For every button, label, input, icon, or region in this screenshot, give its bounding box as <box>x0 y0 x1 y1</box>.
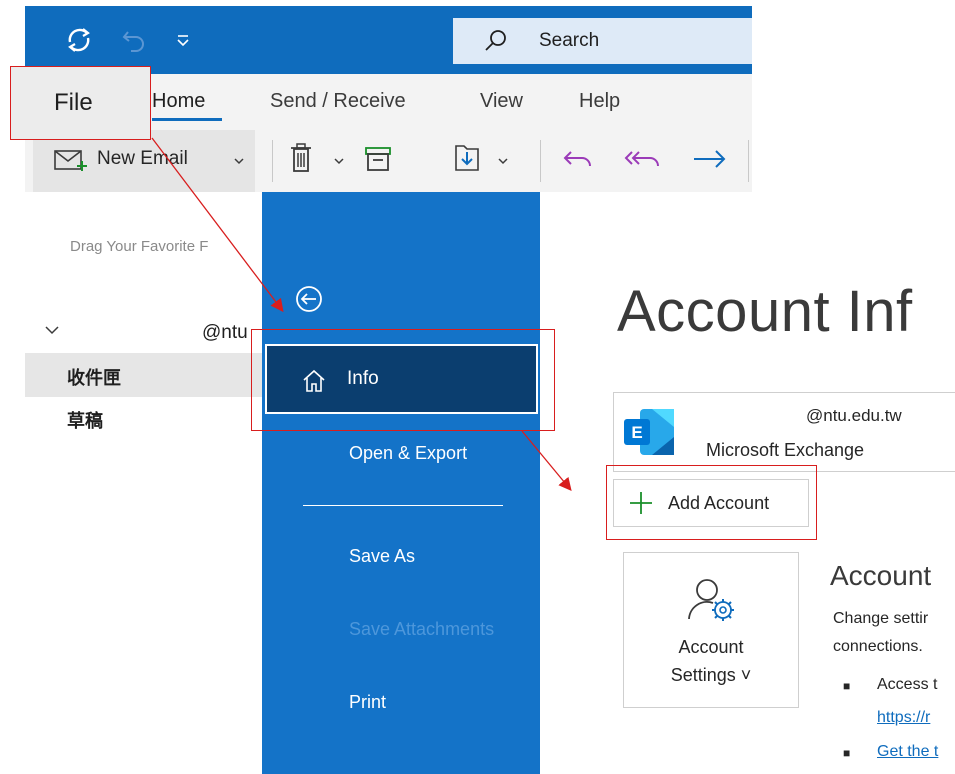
tab-home-underline <box>152 118 222 121</box>
chevron-down-icon[interactable] <box>333 156 345 166</box>
annotation-box-info <box>251 329 555 431</box>
page-title: Account Inf <box>617 279 913 344</box>
account-type: Microsoft Exchange <box>706 440 865 460</box>
bullet-marker: ■ <box>843 679 851 693</box>
tab-send-receive[interactable]: Send / Receive <box>270 90 406 113</box>
outlook-web-link[interactable]: https://r <box>877 709 930 727</box>
tab-home[interactable]: Home <box>152 90 205 113</box>
delete-icon[interactable] <box>288 142 314 176</box>
ribbon-divider <box>540 140 541 182</box>
account-settings-label-line2: Settings ˅ <box>670 665 752 685</box>
nav-item-save-attachments: Save Attachments <box>349 619 495 639</box>
search-box[interactable]: Search <box>453 18 752 64</box>
sync-icon[interactable] <box>63 24 95 56</box>
ribbon-divider <box>272 140 273 182</box>
tab-file[interactable]: File <box>10 66 151 140</box>
account-folder-header[interactable]: @ntu <box>202 322 248 344</box>
nav-item-open-export[interactable]: Open & Export <box>349 443 467 464</box>
section-description: connections. <box>833 638 923 655</box>
svg-text:E: E <box>631 423 642 442</box>
search-placeholder: Search <box>539 30 600 51</box>
tab-help[interactable]: Help <box>579 90 620 113</box>
account-settings-label-line1: Account <box>678 637 744 657</box>
bullet-marker: ■ <box>843 746 851 760</box>
new-email-label: New Email <box>97 148 188 169</box>
favorites-hint: Drag Your Favorite F <box>70 238 209 255</box>
backstage-nav <box>262 192 540 774</box>
forward-icon[interactable] <box>690 144 730 174</box>
customize-toolbar-icon[interactable] <box>175 32 191 48</box>
mobile-app-link[interactable]: Get the t <box>877 743 938 761</box>
bullet-text: Access t <box>877 676 938 693</box>
chevron-down-icon[interactable] <box>44 322 60 338</box>
annotation-box-add-account <box>606 465 817 540</box>
back-arrow-icon[interactable] <box>294 284 324 314</box>
tab-view[interactable]: View <box>480 90 523 113</box>
nav-item-print[interactable]: Print <box>349 692 386 713</box>
exchange-logo-icon: E <box>624 409 674 455</box>
folder-item-drafts[interactable]: 草稿 <box>67 407 103 433</box>
account-email: @ntu.edu.tw <box>806 406 902 425</box>
nav-item-save-as[interactable]: Save As <box>349 546 415 567</box>
move-icon[interactable] <box>452 140 482 174</box>
chevron-down-icon[interactable] <box>497 156 509 166</box>
reply-icon[interactable] <box>560 144 594 174</box>
new-email-icon <box>54 150 87 171</box>
reply-all-icon[interactable] <box>622 144 662 174</box>
account-settings-icon <box>688 579 734 621</box>
account-settings-button[interactable]: Account Settings ˅ <box>623 552 799 708</box>
section-description: Change settir <box>833 610 929 627</box>
ribbon-divider <box>748 140 749 182</box>
archive-icon[interactable] <box>362 144 394 174</box>
folder-item-inbox[interactable]: 收件匣 <box>25 353 265 397</box>
undo-icon[interactable] <box>119 24 149 54</box>
nav-divider <box>303 505 503 506</box>
chevron-down-icon[interactable] <box>233 156 245 166</box>
search-icon <box>485 30 506 51</box>
section-heading: Account <box>830 560 932 591</box>
folder-item-label: 收件匣 <box>67 368 121 388</box>
tab-file-label: File <box>54 89 93 116</box>
